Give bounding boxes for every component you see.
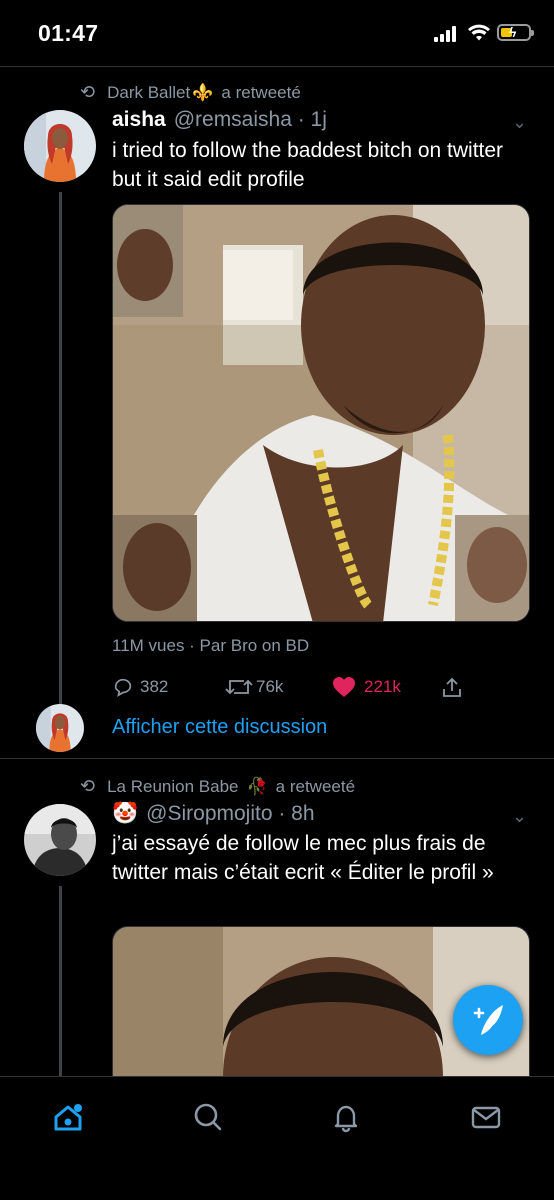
compose-tweet-icon [473, 1005, 503, 1035]
status-bar: 01:47 ϟ [0, 0, 554, 66]
tab-bar [0, 1076, 554, 1200]
handle-time: @remsaisha · 1j [173, 108, 327, 131]
tab-home[interactable] [48, 1097, 88, 1137]
tweet-actions: 382 76k 221k [112, 676, 532, 706]
search-icon [194, 1103, 222, 1131]
retweet-context: ⟲ La Reunion Babe 🥀 a retweeté [80, 776, 355, 797]
avatar[interactable] [24, 804, 96, 876]
display-name[interactable]: aisha [112, 108, 166, 132]
chevron-down-icon[interactable]: ⌄ [512, 112, 527, 133]
thread-avatar[interactable] [36, 704, 84, 752]
divider [0, 758, 554, 759]
like-button[interactable]: 221k [332, 676, 401, 698]
share-button[interactable] [440, 676, 464, 700]
reply-count: 382 [140, 677, 169, 696]
show-thread-link[interactable]: Afficher cette discussion [112, 716, 327, 739]
avatar-image [36, 704, 84, 752]
retweet-icon [225, 679, 253, 695]
thread-line [59, 886, 62, 1076]
battery-charging-icon: ϟ [497, 24, 534, 41]
retweet-count: 76k [256, 677, 284, 696]
tweet-header: 🤡 @Siropmojito · 8h [112, 802, 315, 826]
heart-filled-icon [333, 677, 355, 697]
reply-icon [114, 678, 132, 697]
retweet-icon: ⟲ [80, 776, 96, 796]
retweeter-name[interactable]: Dark Ballet [107, 83, 190, 103]
display-name[interactable]: 🤡 [112, 802, 138, 826]
tweet-text: j’ai essayé de follow le mec plus frais … [112, 832, 494, 884]
tab-notifications[interactable] [326, 1097, 366, 1137]
media-video-image [113, 205, 529, 621]
home-icon [54, 1104, 82, 1131]
retweeter-name[interactable]: La Reunion Babe [107, 777, 238, 797]
like-count: 221k [364, 677, 401, 696]
messages-icon [471, 1106, 501, 1129]
compose-tweet-button[interactable] [453, 985, 523, 1055]
view-count: 11M vues · Par Bro on BD [112, 636, 310, 655]
retweet-icon: ⟲ [80, 82, 96, 102]
cellular-signal-icon [434, 26, 458, 42]
tweet-media[interactable] [112, 204, 530, 622]
share-icon [443, 677, 461, 697]
avatar-image [24, 110, 96, 182]
tweet-header: aisha @remsaisha · 1j [112, 108, 327, 132]
wifi-icon [468, 24, 490, 41]
retweeter-emoji: ⚜️ [192, 82, 214, 102]
status-time: 01:47 [38, 20, 99, 46]
divider [0, 66, 554, 67]
notifications-icon [334, 1105, 358, 1133]
avatar-image [24, 804, 96, 876]
tab-messages[interactable] [466, 1097, 506, 1137]
retweet-suffix: a retweeté [221, 82, 301, 102]
tweet-text: i tried to follow the baddest bitch on t… [112, 139, 504, 191]
retweeter-emoji: 🥀 [246, 776, 268, 796]
tab-search[interactable] [188, 1097, 228, 1137]
retweet-button[interactable]: 76k [224, 676, 283, 698]
retweet-suffix: a retweeté [275, 776, 356, 796]
avatar[interactable] [24, 110, 96, 182]
chevron-down-icon[interactable]: ⌄ [512, 806, 527, 827]
handle-time: @Siropmojito · 8h [146, 802, 315, 825]
retweet-context: ⟲ Dark Ballet ⚜️ a retweeté [80, 82, 301, 103]
thread-line [59, 192, 62, 704]
reply-button[interactable]: 382 [112, 676, 168, 698]
